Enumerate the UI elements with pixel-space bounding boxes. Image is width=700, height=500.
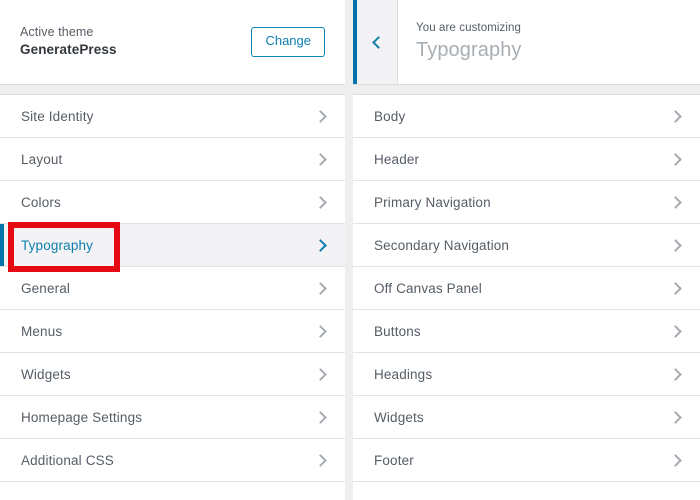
right-separator-band [353, 85, 700, 95]
sidebar-item-homepage-settings[interactable]: Homepage Settings [0, 396, 345, 439]
sidebar-item-typography[interactable]: Typography [0, 224, 345, 267]
customizing-label: You are customizing [416, 21, 522, 34]
chevron-right-icon [314, 152, 327, 166]
typography-item-buttons[interactable]: Buttons [353, 310, 700, 353]
chevron-right-icon [669, 152, 682, 166]
chevron-left-icon [372, 35, 385, 49]
panel-divider [345, 0, 353, 500]
chevron-right-icon [314, 238, 327, 252]
chevron-right-icon [669, 195, 682, 209]
sidebar-item-layout[interactable]: Layout [0, 138, 345, 181]
sidebar-item-widgets[interactable]: Widgets [0, 353, 345, 396]
sidebar-item-site-identity[interactable]: Site Identity [0, 95, 345, 138]
row-label: Additional CSS [21, 452, 114, 468]
typography-panel: You are customizing Typography Body Heade… [353, 0, 700, 500]
theme-panel: Active theme GeneratePress Change Site I… [0, 0, 345, 500]
row-label: Headings [374, 366, 433, 382]
typography-item-widgets[interactable]: Widgets [353, 396, 700, 439]
sidebar-item-additional-css[interactable]: Additional CSS [0, 439, 345, 482]
back-button[interactable] [353, 0, 398, 84]
chevron-right-icon [314, 410, 327, 424]
row-label: General [21, 280, 71, 296]
chevron-right-icon [669, 281, 682, 295]
active-theme-label: Active theme [20, 25, 94, 40]
active-theme-texts: Active theme GeneratePress [20, 24, 251, 59]
chevron-right-icon [314, 281, 327, 295]
chevron-right-icon [669, 324, 682, 338]
typography-section-list: Body Header Primary Navigation Secondary Na… [353, 95, 700, 500]
chevron-right-icon [314, 324, 327, 338]
row-label: Site Identity [21, 108, 94, 124]
typography-item-off-canvas-panel[interactable]: Off Canvas Panel [353, 267, 700, 310]
row-label: Footer [374, 452, 414, 468]
chevron-right-icon [314, 453, 327, 467]
row-label: Widgets [21, 366, 71, 382]
chevron-right-icon [669, 109, 682, 123]
customizing-header: You are customizing Typography [353, 0, 700, 85]
typography-item-footer[interactable]: Footer [353, 439, 700, 482]
row-label: Header [374, 151, 420, 167]
row-label: Off Canvas Panel [374, 280, 482, 296]
customizer-section-list: Site Identity Layout Colors Typography Gener… [0, 95, 345, 500]
sidebar-item-colors[interactable]: Colors [0, 181, 345, 224]
sidebar-item-menus[interactable]: Menus [0, 310, 345, 353]
typography-item-secondary-navigation[interactable]: Secondary Navigation [353, 224, 700, 267]
section-title: Typography [416, 39, 522, 62]
row-label: Body [374, 108, 406, 124]
change-theme-button[interactable]: Change [251, 27, 325, 57]
left-separator-band [0, 85, 345, 95]
row-label: Primary Navigation [374, 194, 491, 210]
active-theme-name: GeneratePress [20, 42, 117, 58]
typography-item-body[interactable]: Body [353, 95, 700, 138]
row-label: Menus [21, 323, 63, 339]
row-label: Typography [21, 237, 94, 253]
typography-item-primary-navigation[interactable]: Primary Navigation [353, 181, 700, 224]
active-theme-header: Active theme GeneratePress Change [0, 0, 345, 85]
customizer-screen: Active theme GeneratePress Change Site I… [0, 0, 700, 500]
row-label: Widgets [374, 409, 424, 425]
chevron-right-icon [669, 238, 682, 252]
chevron-right-icon [669, 367, 682, 381]
customizing-texts: You are customizing Typography [398, 0, 700, 84]
typography-item-header[interactable]: Header [353, 138, 700, 181]
row-label: Buttons [374, 323, 421, 339]
chevron-right-icon [669, 453, 682, 467]
row-label: Homepage Settings [21, 409, 143, 425]
chevron-right-icon [314, 367, 327, 381]
row-label: Secondary Navigation [374, 237, 510, 253]
row-label: Layout [21, 151, 63, 167]
chevron-right-icon [314, 195, 327, 209]
row-label: Colors [21, 194, 61, 210]
sidebar-item-general[interactable]: General [0, 267, 345, 310]
typography-item-headings[interactable]: Headings [353, 353, 700, 396]
chevron-right-icon [669, 410, 682, 424]
chevron-right-icon [314, 109, 327, 123]
